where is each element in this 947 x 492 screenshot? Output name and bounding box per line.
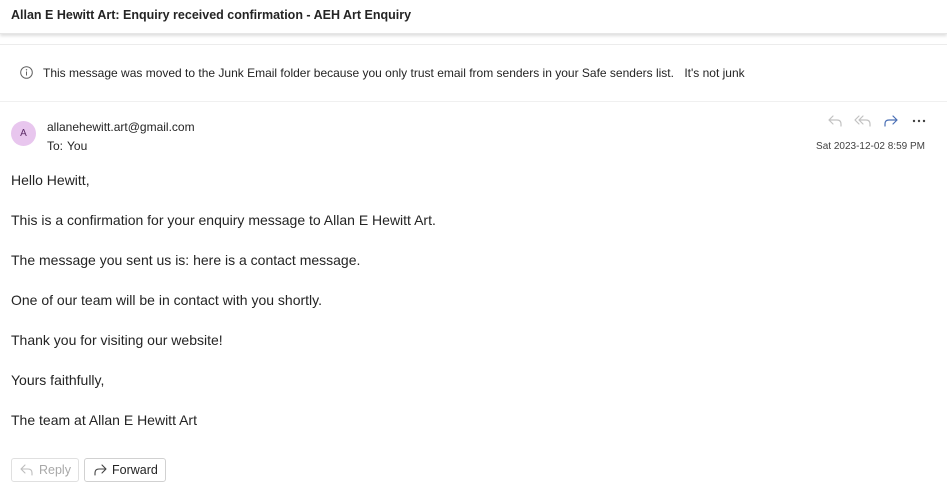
divider: [0, 44, 947, 45]
to-label: To:: [47, 139, 64, 153]
message-actions: [826, 113, 930, 129]
recipient-name[interactable]: You: [67, 139, 87, 153]
reply-button[interactable]: Reply: [11, 458, 79, 482]
body-line: The message you sent us is: here is a co…: [11, 252, 361, 268]
forward-button[interactable]: Forward: [84, 458, 166, 482]
recipient-line: To: You: [47, 139, 87, 153]
message-body: Hello Hewitt, This is a confirmation for…: [11, 171, 911, 451]
body-line: The team at Allan E Hewitt Art: [11, 412, 197, 428]
junk-banner: This message was moved to the Junk Email…: [0, 57, 947, 89]
reply-label: Reply: [39, 463, 71, 477]
junk-message-text: This message was moved to the Junk Email…: [43, 66, 674, 80]
more-icon[interactable]: [910, 113, 928, 129]
message-date: Sat 2023-12-02 8:59 PM: [816, 141, 925, 152]
forward-icon[interactable]: [882, 113, 900, 129]
subject-bar: Allan E Hewitt Art: Enquiry received con…: [0, 0, 947, 34]
email-subject: Allan E Hewitt Art: Enquiry received con…: [11, 8, 412, 22]
reply-icon[interactable]: [826, 113, 844, 129]
body-line: This is a confirmation for your enquiry …: [11, 212, 436, 228]
body-line: One of our team will be in contact with …: [11, 292, 322, 308]
body-line: Yours faithfully,: [11, 372, 105, 388]
not-junk-link[interactable]: It's not junk: [684, 66, 744, 80]
junk-message: This message was moved to the Junk Email…: [43, 66, 745, 80]
body-line: Hello Hewitt,: [11, 172, 90, 188]
avatar[interactable]: A: [11, 121, 36, 146]
divider: [0, 101, 947, 102]
reply-icon: [20, 464, 34, 476]
body-line: Thank you for visiting our website!: [11, 332, 223, 348]
reply-all-icon[interactable]: [854, 113, 872, 129]
sender-address[interactable]: allanehewitt.art@gmail.com: [47, 120, 195, 134]
info-icon: [20, 66, 33, 79]
forward-icon: [93, 464, 107, 476]
forward-label: Forward: [112, 463, 158, 477]
